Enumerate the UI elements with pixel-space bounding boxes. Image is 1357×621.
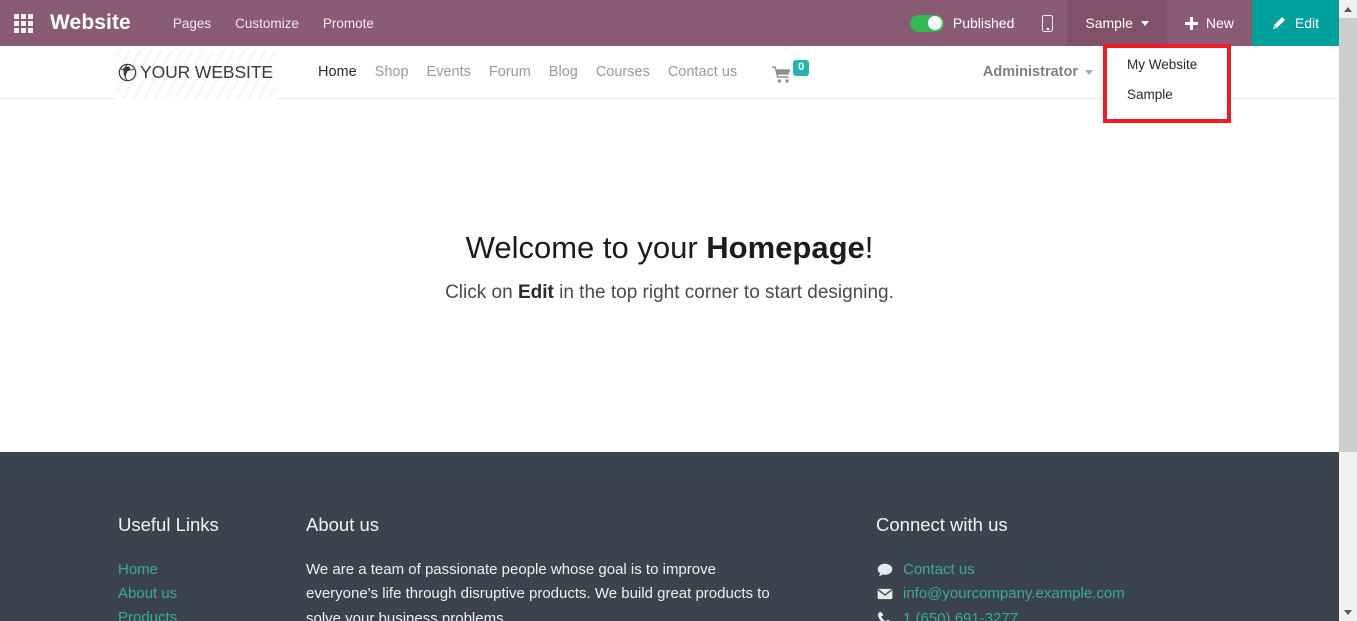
chevron-down-icon: [1085, 69, 1093, 75]
envelope-icon: [876, 586, 893, 602]
nav-link-home[interactable]: Home: [309, 60, 366, 84]
shopping-cart-button[interactable]: 0: [772, 59, 810, 84]
hero-subtitle-strong: Edit: [517, 282, 554, 304]
site-switcher-button[interactable]: Sample: [1067, 0, 1167, 46]
nav-link-events[interactable]: Events: [418, 60, 480, 84]
footer-link-contact-us[interactable]: Contact us: [903, 558, 975, 581]
hero-title-suffix: !: [864, 230, 874, 265]
footer-link-about-us[interactable]: About us: [118, 582, 306, 606]
cart-count-badge: 0: [793, 59, 810, 76]
globe-icon: [118, 63, 137, 81]
footer-about-text: We are a team of passionate people whose…: [306, 561, 770, 621]
systray-menu: Pages Customize Promote: [161, 10, 386, 37]
nav-link-blog[interactable]: Blog: [540, 60, 587, 84]
user-menu-button[interactable]: Administrator: [983, 64, 1093, 80]
hero-subtitle-suffix: in the top right corner to start designi…: [553, 282, 894, 304]
footer-heading-connect-with-us: Connect with us: [876, 514, 1008, 535]
plus-icon: [1184, 16, 1198, 30]
scroll-up-arrow-icon[interactable]: [1339, 0, 1357, 18]
browser-viewport: Website Pages Customize Promote Publishe…: [0, 0, 1357, 621]
dropdown-item-my-website[interactable]: My Website: [1107, 48, 1227, 80]
menu-item-customize[interactable]: Customize: [223, 10, 311, 37]
website-nav-links: Home Shop Events Forum Blog Courses Cont…: [309, 60, 746, 84]
chevron-down-icon: [1140, 20, 1149, 26]
footer-contact-row: 1 (650) 691-3277: [876, 607, 1206, 621]
vertical-scrollbar[interactable]: [1339, 0, 1357, 621]
scroll-down-arrow-icon[interactable]: [1339, 603, 1357, 621]
publish-toggle[interactable]: Published: [900, 0, 1029, 46]
menu-item-promote[interactable]: Promote: [311, 10, 386, 37]
footer-link-phone[interactable]: 1 (650) 691-3277: [903, 607, 1018, 621]
footer-link-email[interactable]: info@yourcompany.example.com: [903, 582, 1125, 605]
mobile-preview-button[interactable]: [1028, 0, 1067, 46]
hero-title-prefix: Welcome to your: [465, 230, 707, 265]
footer-heading-about-us: About us: [306, 514, 380, 535]
site-switcher-label: Sample: [1085, 15, 1133, 31]
hero-subtitle: Click on Edit in the top right corner to…: [0, 282, 1339, 304]
website-footer: Useful Links Home About us Products Abou…: [0, 452, 1339, 621]
footer-column-connect: Connect with us Contact us info@yourcomp…: [876, 514, 1206, 621]
new-button[interactable]: New: [1167, 0, 1252, 46]
menu-item-pages[interactable]: Pages: [161, 10, 223, 37]
hero-title-strong: Homepage: [706, 230, 865, 265]
page-main-content: Welcome to your Homepage! Click on Edit …: [0, 99, 1339, 452]
footer-link-home[interactable]: Home: [118, 558, 306, 582]
new-button-label: New: [1205, 15, 1234, 31]
publish-switch-icon: [909, 14, 944, 32]
comment-icon: [876, 562, 893, 578]
publish-label: Published: [952, 15, 1015, 31]
footer-link-products[interactable]: Products: [118, 606, 306, 621]
edit-button[interactable]: Edit: [1251, 0, 1339, 46]
footer-column-useful-links: Useful Links Home About us Products: [118, 514, 306, 621]
dropdown-item-sample[interactable]: Sample: [1107, 80, 1227, 110]
website-logo[interactable]: YOUR WEBSITE: [116, 49, 276, 102]
apps-grid-icon: [13, 13, 33, 33]
nav-link-contact-us[interactable]: Contact us: [659, 60, 746, 84]
nav-link-forum[interactable]: Forum: [480, 60, 540, 84]
footer-column-about: About us We are a team of passionate peo…: [306, 514, 776, 621]
website-logo-text: YOUR WEBSITE: [140, 61, 273, 82]
footer-heading-useful-links: Useful Links: [118, 514, 219, 535]
scrollbar-thumb[interactable]: [1339, 18, 1357, 452]
phone-icon: [876, 610, 893, 621]
odoo-systray-bar: Website Pages Customize Promote Publishe…: [0, 0, 1339, 46]
page-title: Welcome to your Homepage!: [0, 229, 1339, 266]
app-title: Website: [50, 11, 131, 34]
footer-contact-row: info@yourcompany.example.com: [876, 582, 1206, 605]
shopping-cart-icon: [772, 65, 791, 83]
apps-menu-button[interactable]: [0, 0, 46, 46]
systray-right-group: Published Sample New Edit: [900, 0, 1339, 46]
site-switcher-dropdown: My Website Sample: [1103, 44, 1231, 123]
hero-section: Welcome to your Homepage! Click on Edit …: [0, 99, 1339, 304]
hero-subtitle-prefix: Click on: [445, 282, 518, 304]
user-menu-label: Administrator: [982, 64, 1078, 80]
nav-link-shop[interactable]: Shop: [366, 60, 418, 84]
footer-contact-row: Contact us: [876, 558, 1206, 581]
nav-link-courses[interactable]: Courses: [587, 60, 659, 84]
mobile-phone-icon: [1042, 14, 1054, 32]
pencil-icon: [1273, 16, 1285, 29]
edit-button-label: Edit: [1294, 15, 1319, 31]
